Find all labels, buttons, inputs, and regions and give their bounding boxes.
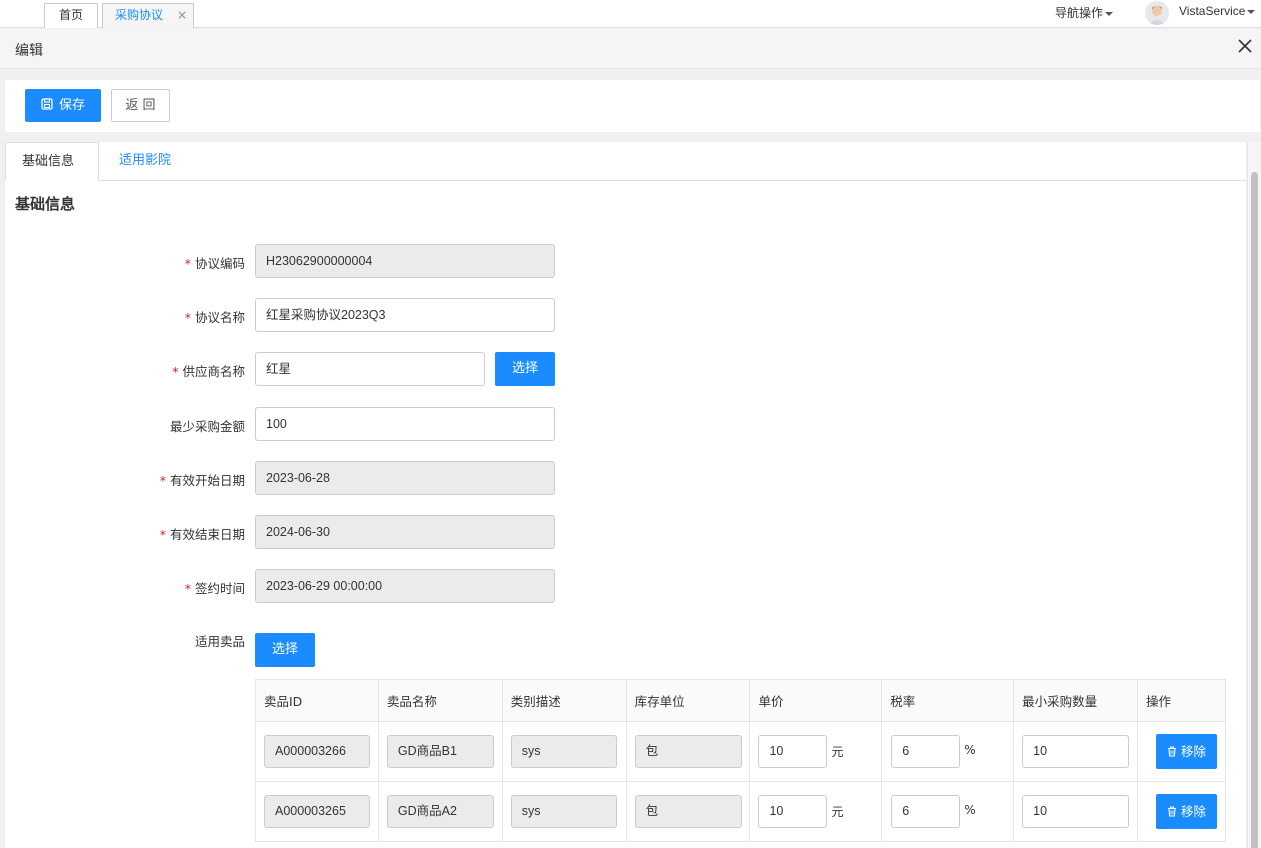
products-select-button[interactable]: 选择 bbox=[255, 633, 315, 667]
min-qty-input[interactable]: 10 bbox=[1022, 795, 1130, 828]
end-date-field[interactable]: 2024-06-30 bbox=[255, 515, 555, 549]
user-name: VistaService bbox=[1179, 4, 1246, 18]
end-date-label: * 有效结束日期 bbox=[159, 527, 245, 542]
min-amount-field[interactable]: 100 bbox=[255, 407, 555, 441]
col-header: 税率 bbox=[881, 679, 1015, 722]
table-row: A000003266 GD商品B1 sys 包 10 元 6% 10 移除 bbox=[255, 721, 1226, 782]
content-panel: 基础信息 适用影院 基础信息 * 协议编码 H23062900000004 * 协议… bbox=[5, 142, 1246, 848]
col-header: 操作 bbox=[1137, 679, 1226, 722]
product-name-field[interactable]: GD商品B1 bbox=[386, 735, 494, 768]
col-header: 类别描述 bbox=[501, 679, 627, 722]
sub-tabs: 基础信息 适用影院 bbox=[5, 142, 1246, 181]
page-title: 编辑 bbox=[15, 43, 43, 59]
remove-button[interactable]: 移除 bbox=[1156, 794, 1218, 829]
stock-unit-field[interactable]: 包 bbox=[634, 735, 742, 768]
product-id-field[interactable]: A000003266 bbox=[264, 735, 370, 768]
stock-unit-field[interactable]: 包 bbox=[634, 795, 742, 828]
toolbar: 保存 返 回 bbox=[5, 80, 1260, 132]
col-header: 单价 bbox=[749, 679, 883, 722]
price-unit: 元 bbox=[831, 745, 844, 759]
user-avatar-icon bbox=[1148, 6, 1166, 25]
tab-label: 采购协议 bbox=[114, 8, 163, 22]
tax-input[interactable]: 6 bbox=[891, 795, 961, 828]
user-menu[interactable]: VistaService bbox=[1179, 4, 1256, 18]
nav-ops-label: 导航操作 bbox=[1054, 6, 1103, 20]
close-icon[interactable] bbox=[1237, 38, 1253, 54]
nav-ops-menu[interactable]: 导航操作 bbox=[1055, 4, 1113, 21]
trash-icon bbox=[1168, 746, 1176, 757]
product-name-field[interactable]: GD商品A2 bbox=[386, 795, 494, 828]
trash-icon bbox=[1168, 806, 1176, 817]
tax-unit: % bbox=[964, 803, 976, 817]
tab-basic-info[interactable]: 基础信息 bbox=[5, 142, 99, 181]
sign-time-label: * 签约时间 bbox=[184, 581, 245, 596]
col-header: 最小采购数量 bbox=[1013, 679, 1139, 722]
product-id-field[interactable]: A000003265 bbox=[264, 795, 370, 828]
tab-close-icon[interactable]: × bbox=[177, 4, 187, 27]
save-icon bbox=[41, 98, 53, 110]
avatar[interactable] bbox=[1145, 1, 1169, 25]
tab-home[interactable]: 首页 bbox=[44, 3, 98, 28]
supplier-label: * 供应商名称 bbox=[172, 364, 245, 379]
code-label: * 协议编码 bbox=[184, 256, 245, 271]
tab-applicable-cinemas[interactable]: 适用影院 bbox=[103, 142, 187, 181]
table-header-row: 卖品ID 卖品名称 类别描述 库存单位 单价 税率 最小采购数量 操作 bbox=[255, 679, 1226, 722]
code-field[interactable]: H23062900000004 bbox=[255, 244, 555, 278]
category-field[interactable]: sys bbox=[510, 735, 617, 768]
edit-header: 编辑 bbox=[0, 29, 1261, 69]
save-label: 保存 bbox=[58, 98, 85, 113]
scrollbar-thumb[interactable] bbox=[1251, 172, 1258, 848]
start-date-label: * 有效开始日期 bbox=[159, 473, 245, 488]
supplier-field[interactable]: 红星 bbox=[255, 352, 485, 386]
price-unit: 元 bbox=[831, 805, 844, 819]
min-qty-input[interactable]: 10 bbox=[1022, 735, 1130, 768]
min-amount-label: 最少采购金额 bbox=[169, 419, 245, 434]
col-header: 卖品名称 bbox=[377, 679, 503, 722]
col-header: 库存单位 bbox=[625, 679, 751, 722]
caret-down-icon bbox=[1105, 11, 1113, 16]
vertical-scrollbar[interactable] bbox=[1247, 142, 1261, 848]
section-title: 基础信息 bbox=[15, 195, 76, 213]
table-row: A000003265 GD商品A2 sys 包 10 元 6% 10 移除 bbox=[255, 781, 1226, 842]
back-button[interactable]: 返 回 bbox=[111, 89, 170, 122]
category-field[interactable]: sys bbox=[510, 795, 617, 828]
supplier-select-button[interactable]: 选择 bbox=[495, 352, 555, 386]
price-input[interactable]: 10 bbox=[758, 795, 828, 828]
start-date-field[interactable]: 2023-06-28 bbox=[255, 461, 555, 495]
top-bar: 首页 采购协议 × 导航操作 VistaService bbox=[0, 0, 1261, 28]
tax-input[interactable]: 6 bbox=[891, 735, 961, 768]
products-table: 卖品ID 卖品名称 类别描述 库存单位 单价 税率 最小采购数量 操作 A000… bbox=[255, 679, 1226, 842]
tab-purchase-agreement[interactable]: 采购协议 × bbox=[102, 3, 194, 28]
caret-down-icon bbox=[1247, 9, 1256, 14]
name-label: * 协议名称 bbox=[184, 310, 245, 325]
price-input[interactable]: 10 bbox=[758, 735, 828, 768]
name-field[interactable]: 红星采购协议2023Q3 bbox=[255, 298, 555, 332]
products-label: 适用卖品 bbox=[194, 634, 245, 649]
tax-unit: % bbox=[964, 743, 976, 757]
remove-button[interactable]: 移除 bbox=[1156, 734, 1218, 769]
save-button[interactable]: 保存 bbox=[25, 89, 101, 122]
sign-time-field[interactable]: 2023-06-29 00:00:00 bbox=[255, 569, 555, 603]
col-header: 卖品ID bbox=[255, 679, 379, 722]
